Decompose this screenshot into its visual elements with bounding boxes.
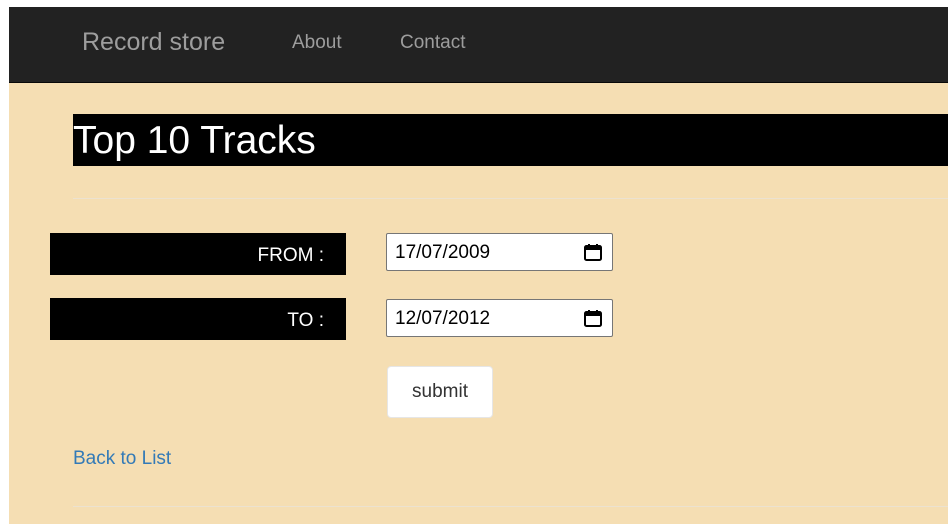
submit-button[interactable]: submit	[387, 366, 493, 418]
to-label: TO :	[287, 310, 324, 331]
to-date-input[interactable]: 12/07/2012	[386, 299, 613, 337]
calendar-icon[interactable]	[583, 244, 603, 262]
page-body: Record store About Contact Top 10 Tracks…	[9, 7, 948, 524]
from-date-value[interactable]: 17/07/2009	[395, 242, 490, 264]
nav-link-about[interactable]: About	[292, 32, 342, 54]
from-date-input[interactable]: 17/07/2009	[386, 233, 613, 271]
navbar-brand[interactable]: Record store	[82, 27, 225, 57]
to-date-value[interactable]: 12/07/2012	[395, 308, 490, 330]
from-label: FROM :	[257, 245, 325, 266]
divider-bottom	[73, 506, 948, 507]
from-label-box: FROM :	[50, 233, 346, 275]
nav-link-contact[interactable]: Contact	[400, 32, 465, 54]
page-title: Top 10 Tracks	[73, 119, 316, 162]
to-label-box: TO :	[50, 298, 346, 340]
navbar: Record store About Contact	[9, 7, 948, 83]
calendar-icon[interactable]	[583, 310, 603, 328]
back-to-list-link[interactable]: Back to List	[73, 448, 171, 470]
divider-top	[73, 198, 948, 199]
